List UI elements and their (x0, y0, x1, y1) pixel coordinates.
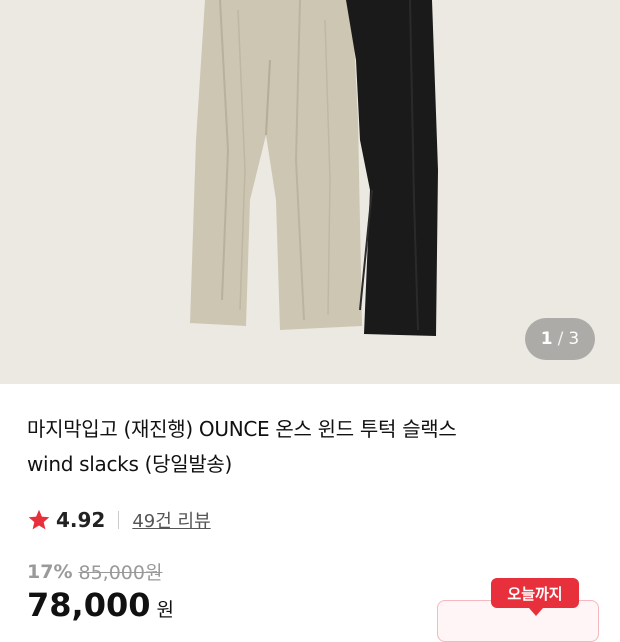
price-row: 78,000 원 (27, 586, 174, 624)
image-counter-separator: / (557, 329, 564, 349)
discount-row: 17% 85,000원 (27, 558, 162, 585)
original-price: 85,000원 (78, 562, 163, 584)
sale-price: 78,000 (27, 586, 151, 624)
rating-divider (118, 511, 120, 529)
product-title-line1: 마지막입고 (재진행) OUNCE 온스 윈드 투턱 슬랙스 (27, 417, 457, 441)
product-image-gallery[interactable]: 1 / 3 (0, 0, 620, 384)
reviews-link[interactable]: 49건 리뷰 (132, 507, 210, 533)
image-counter: 1 / 3 (525, 318, 595, 360)
today-only-badge: 오늘까지 (491, 578, 579, 616)
price-unit: 원 (156, 599, 174, 621)
image-counter-total: 3 (568, 329, 580, 349)
rating-score: 4.92 (56, 508, 106, 532)
product-title-line2: wind slacks (당일발송) (27, 452, 233, 476)
discount-rate: 17% (27, 560, 73, 583)
star-icon (28, 509, 50, 530)
product-photo (0, 0, 620, 384)
rating-row: 4.92 49건 리뷰 (27, 505, 211, 535)
product-title: 마지막입고 (재진행) OUNCE 온스 윈드 투턱 슬랙스 wind slac… (27, 412, 597, 482)
image-counter-current: 1 (540, 329, 553, 349)
